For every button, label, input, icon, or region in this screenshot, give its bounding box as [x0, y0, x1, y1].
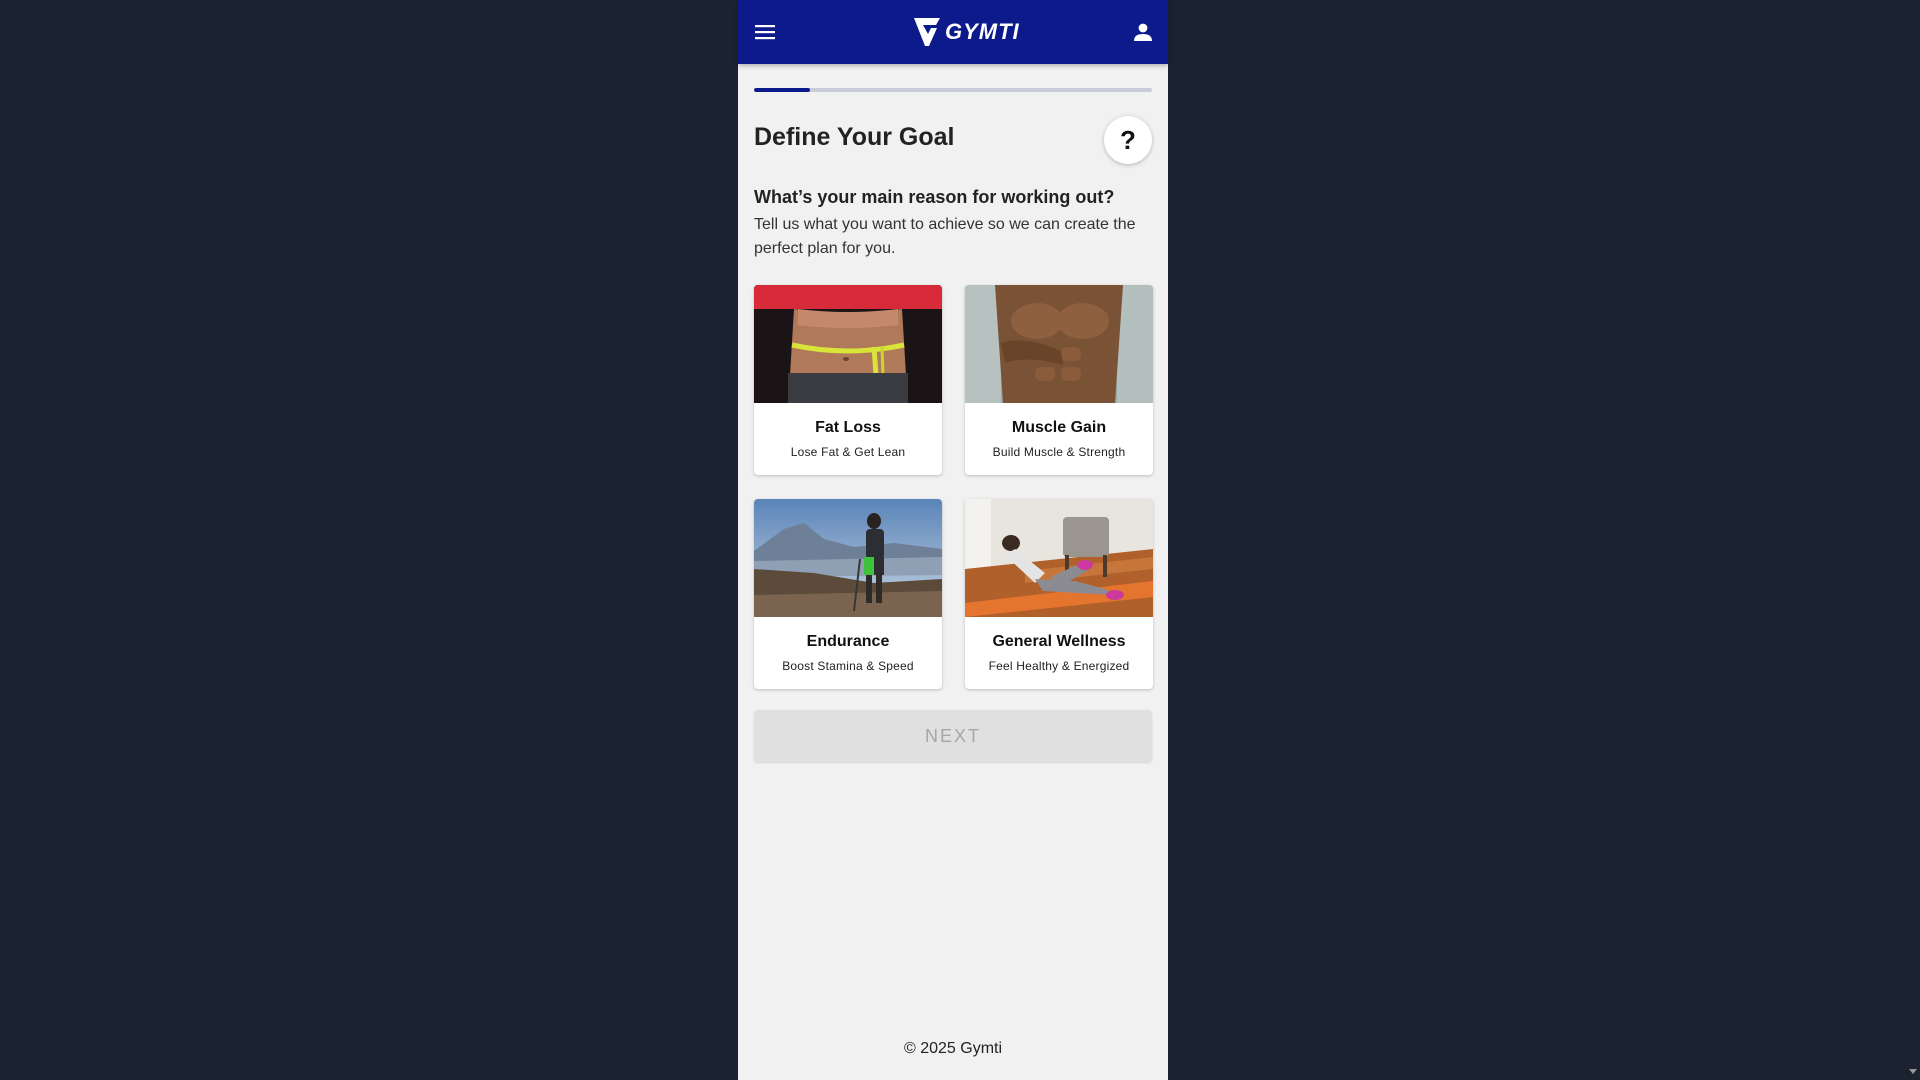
goal-card-fat-loss[interactable]: Fat Loss Lose Fat & Get Lean	[754, 285, 942, 475]
brand-logo[interactable]: GYMTI	[912, 14, 1020, 50]
goal-card-title: Muscle Gain	[1011, 419, 1107, 436]
menu-icon	[755, 25, 775, 40]
page-title: Define Your Goal	[754, 123, 955, 151]
goal-card-endurance[interactable]: Endurance Boost Stamina & Speed	[754, 499, 942, 689]
goal-description: Tell us what you want to achieve so we c…	[754, 216, 1136, 257]
goal-card-muscle-gain[interactable]: Muscle Gain Build Muscle & Strength	[965, 285, 1153, 475]
account-button[interactable]	[1125, 14, 1161, 50]
goal-card-title: Fat Loss	[815, 419, 881, 436]
step-progress-bar	[754, 88, 1152, 92]
menu-button[interactable]	[747, 14, 783, 50]
goal-card-subtitle: Feel Healthy & Energized	[988, 659, 1130, 673]
app-container: GYMTI Define Your Goal ? What’s your mai…	[738, 0, 1168, 1080]
brand-name: GYMTI	[945, 19, 1020, 44]
goal-card-subtitle: Build Muscle & Strength	[992, 445, 1126, 459]
goal-card-subtitle: Boost Stamina & Speed	[782, 659, 914, 673]
general-wellness-image	[965, 499, 1153, 617]
goal-card-title: General Wellness	[992, 633, 1126, 650]
help-button[interactable]: ?	[1104, 116, 1152, 164]
goal-question: What’s your main reason for working out?	[754, 187, 1115, 207]
goal-card-general-wellness[interactable]: General Wellness Feel Healthy & Energize…	[965, 499, 1153, 689]
gymti-logo-icon	[914, 18, 940, 46]
goal-card-title: Endurance	[806, 633, 890, 650]
goal-card-subtitle: Lose Fat & Get Lean	[790, 445, 906, 459]
step-progress-fill	[754, 88, 810, 92]
muscle-gain-image	[965, 285, 1153, 403]
next-button[interactable]: NEXT	[754, 710, 1152, 762]
app-bar: GYMTI	[738, 0, 1168, 64]
footer-copyright: © 2025 Gymti	[903, 1040, 1003, 1057]
endurance-image	[754, 499, 942, 617]
scroll-down-arrow-icon[interactable]	[1908, 1066, 1918, 1076]
fat-loss-image	[754, 285, 942, 403]
viewport: GYMTI Define Your Goal ? What’s your mai…	[0, 0, 1920, 1080]
account-icon	[1134, 23, 1152, 41]
